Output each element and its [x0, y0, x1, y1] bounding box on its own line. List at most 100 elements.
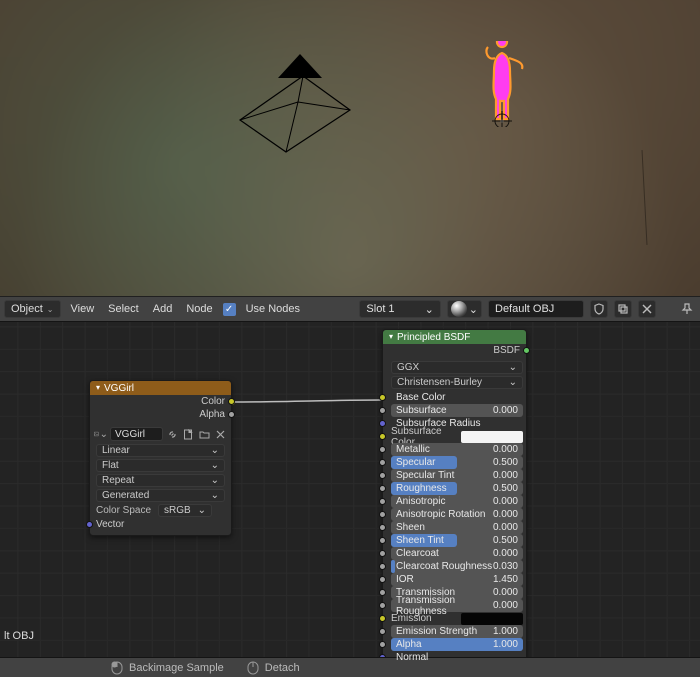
pushpin-icon: [681, 303, 693, 315]
socket-input-sheen_tint[interactable]: [379, 537, 386, 544]
active-material-overlay: lt OBJ: [0, 628, 38, 644]
chevron-down-icon: ⌄: [509, 362, 517, 373]
param-emission_strength[interactable]: Emission Strength1.000: [391, 625, 523, 638]
source-dropdown[interactable]: Generated⌄: [96, 489, 225, 502]
material-name-field[interactable]: Default OBJ: [488, 300, 584, 318]
param-subsurface[interactable]: Subsurface0.000: [391, 404, 523, 417]
distribution-dropdown[interactable]: GGX⌄: [391, 361, 523, 374]
socket-input-sheen[interactable]: [379, 524, 386, 531]
param-clearcoat_roughness[interactable]: Clearcoat Roughness0.030: [391, 560, 523, 573]
color-space-label: Color Space: [96, 505, 152, 516]
param-sheen_tint[interactable]: Sheen Tint0.500: [391, 534, 523, 547]
socket-input-subsurface_radius[interactable]: [379, 420, 386, 427]
node-principled-bsdf[interactable]: ▾ Principled BSDF BSDF GGX⌄ Christensen-…: [382, 329, 527, 669]
param-metallic[interactable]: Metallic0.000: [391, 443, 523, 456]
chevron-down-icon: ⌄: [509, 377, 517, 388]
param-specular_tint[interactable]: Specular Tint0.000: [391, 469, 523, 482]
mouse-icon: [110, 661, 124, 675]
node-image-texture[interactable]: ▾ VGGirl Color Alpha ⌄ VGGirl: [89, 380, 232, 536]
param-sheen[interactable]: Sheen0.000: [391, 521, 523, 534]
node-header[interactable]: ▾ Principled BSDF: [383, 330, 526, 344]
material-browse-dropdown[interactable]: ⌄: [447, 300, 482, 318]
image-browse-icon[interactable]: ⌄: [94, 427, 108, 441]
menu-select[interactable]: Select: [104, 303, 143, 315]
use-nodes-label[interactable]: Use Nodes: [242, 303, 304, 315]
socket-input-clearcoat[interactable]: [379, 550, 386, 557]
chevron-down-icon: ⌄: [198, 505, 206, 516]
param-specular[interactable]: Specular0.500: [391, 456, 523, 469]
socket-input-base_color[interactable]: [379, 394, 386, 401]
socket-input-vector[interactable]: [86, 521, 93, 528]
material-slot-label: Slot 1: [366, 303, 394, 315]
close-icon: [642, 304, 652, 314]
node-editor[interactable]: ▾ VGGirl Color Alpha ⌄ VGGirl: [0, 322, 700, 671]
camera-object[interactable]: [238, 50, 354, 156]
param-transmission_roughness[interactable]: Transmission Roughness0.000: [391, 599, 523, 612]
socket-input-anisotropic[interactable]: [379, 498, 386, 505]
node-header[interactable]: ▾ VGGirl: [90, 381, 231, 395]
socket-input-alpha[interactable]: [379, 641, 386, 648]
unlink-image-button[interactable]: [213, 427, 227, 441]
interpolation-dropdown[interactable]: Linear⌄: [96, 444, 225, 457]
param-ior[interactable]: IOR1.450: [391, 573, 523, 586]
socket-output-bsdf[interactable]: [523, 347, 530, 354]
close-icon: [216, 430, 225, 439]
hint-detach: Detach: [246, 661, 300, 675]
menu-add[interactable]: Add: [149, 303, 177, 315]
socket-input-anisotropic_rotation[interactable]: [379, 511, 386, 518]
open-image-button[interactable]: [197, 427, 211, 441]
color-space-dropdown[interactable]: sRGB⌄: [158, 504, 212, 517]
chevron-down-icon: ⌄: [211, 445, 219, 456]
socket-input-specular_tint[interactable]: [379, 472, 386, 479]
node-title: Principled BSDF: [397, 332, 470, 343]
image-datablock-row: ⌄ VGGirl: [90, 425, 231, 443]
output-color: Color: [90, 395, 231, 408]
socket-output-color[interactable]: [228, 398, 235, 405]
node-editor-header: Object ⌄ View Select Add Node ✓ Use Node…: [0, 296, 700, 322]
param-subsurface_radius: Subsurface Radius: [391, 417, 523, 430]
pin-editor-button[interactable]: [678, 300, 696, 318]
param-anisotropic_rotation[interactable]: Anisotropic Rotation0.000: [391, 508, 523, 521]
param-clearcoat[interactable]: Clearcoat0.000: [391, 547, 523, 560]
socket-input-transmission[interactable]: [379, 589, 386, 596]
socket-input-roughness[interactable]: [379, 485, 386, 492]
unlink-button[interactable]: [638, 300, 656, 318]
copy-icon: [617, 303, 629, 315]
param-subsurface_color[interactable]: [461, 431, 523, 443]
socket-input-subsurface_color[interactable]: [379, 433, 386, 440]
chevron-down-icon: ⌄: [211, 460, 219, 471]
socket-input-subsurface[interactable]: [379, 407, 386, 414]
param-alpha[interactable]: Alpha1.000: [391, 638, 523, 651]
socket-input-clearcoat_roughness[interactable]: [379, 563, 386, 570]
pin-button[interactable]: [590, 300, 608, 318]
collapse-toggle-icon[interactable]: ▾: [389, 332, 393, 341]
fake-user-button[interactable]: [165, 427, 179, 441]
material-name: Default OBJ: [495, 303, 554, 315]
duplicate-button[interactable]: [614, 300, 632, 318]
socket-output-alpha[interactable]: [228, 411, 235, 418]
selected-object-figure[interactable]: [478, 41, 526, 127]
socket-input-specular[interactable]: [379, 459, 386, 466]
menu-node[interactable]: Node: [182, 303, 216, 315]
socket-input-metallic[interactable]: [379, 446, 386, 453]
chevron-down-icon: ⌄: [100, 429, 108, 440]
socket-input-transmission_roughness[interactable]: [379, 602, 386, 609]
input-vector: Vector: [90, 518, 231, 531]
param-anisotropic[interactable]: Anisotropic0.000: [391, 495, 523, 508]
extension-dropdown[interactable]: Repeat⌄: [96, 474, 225, 487]
projection-dropdown[interactable]: Flat⌄: [96, 459, 225, 472]
socket-input-ior[interactable]: [379, 576, 386, 583]
param-roughness[interactable]: Roughness0.500: [391, 482, 523, 495]
new-icon: [183, 429, 194, 440]
viewport-3d[interactable]: [0, 0, 700, 296]
use-nodes-checkbox[interactable]: ✓: [223, 303, 236, 316]
socket-input-emission[interactable]: [379, 615, 386, 622]
new-image-button[interactable]: [181, 427, 195, 441]
image-name-field[interactable]: VGGirl: [110, 427, 163, 441]
material-slot-dropdown[interactable]: Slot 1 ⌄: [359, 300, 440, 318]
menu-view[interactable]: View: [67, 303, 99, 315]
socket-input-emission_strength[interactable]: [379, 628, 386, 635]
collapse-toggle-icon[interactable]: ▾: [96, 383, 100, 392]
subsurface-method-dropdown[interactable]: Christensen-Burley⌄: [391, 376, 523, 389]
interaction-mode-dropdown[interactable]: Object ⌄: [4, 300, 61, 318]
